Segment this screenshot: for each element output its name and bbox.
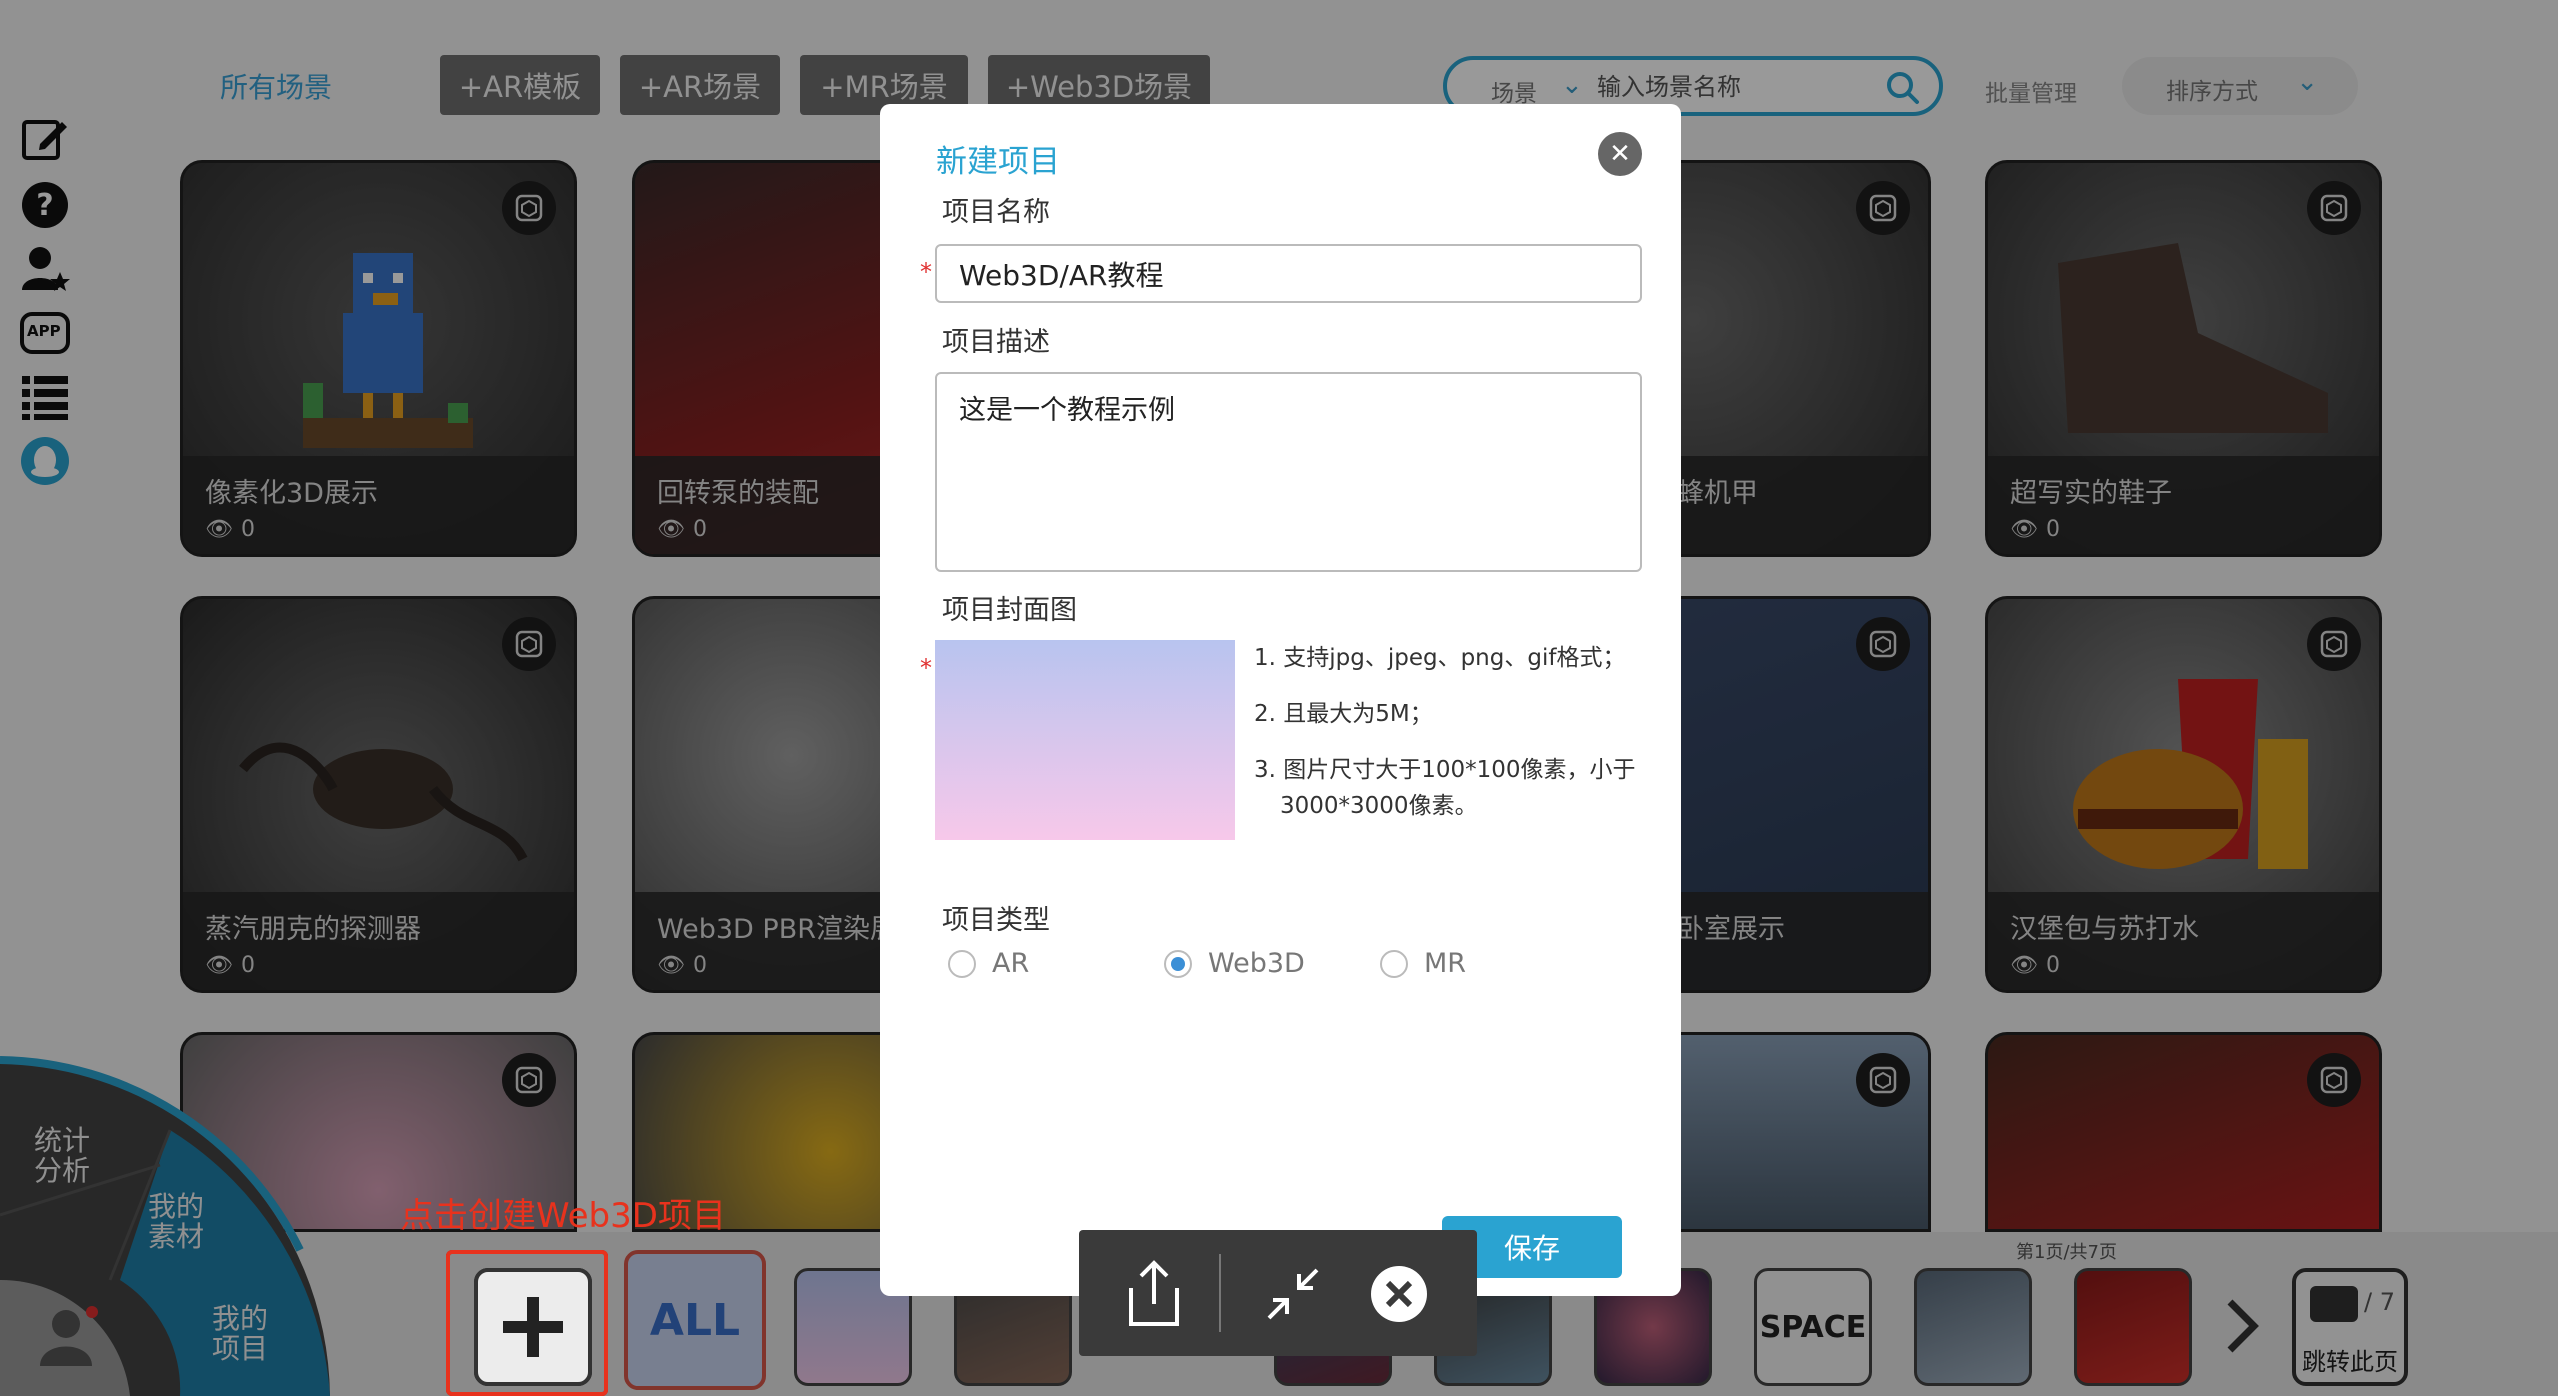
project-name-input[interactable] [935, 244, 1642, 303]
type-label: 项目类型 [942, 905, 1050, 936]
description-label: 项目描述 [942, 327, 1050, 358]
cover-image-upload[interactable] [935, 640, 1235, 840]
cover-rule: 3000*3000像素。 [1280, 793, 1478, 819]
close-icon[interactable] [1369, 1264, 1429, 1324]
radio-button-selected[interactable] [1164, 949, 1192, 978]
type-option-mr[interactable]: MR [1380, 948, 1466, 979]
radio-label: MR [1424, 948, 1467, 979]
radio-label: Web3D [1208, 948, 1305, 979]
type-option-web3d[interactable]: Web3D [1164, 948, 1305, 979]
collapse-icon[interactable] [1263, 1264, 1323, 1324]
dialog-title: 新建项目 [936, 144, 1060, 180]
cover-rule: 1. 支持jpg、jpeg、png、gif格式； [1254, 645, 1626, 671]
radio-button[interactable] [1380, 949, 1408, 978]
required-mark: * [920, 654, 932, 682]
project-description-input[interactable]: 这是一个教程示例 [935, 372, 1642, 572]
cover-rule: 2. 且最大为5M； [1254, 701, 1433, 727]
radio-button[interactable] [948, 949, 976, 978]
hint-text: 点击创建Web3D项目 [400, 1196, 726, 1236]
cover-label: 项目封面图 [942, 595, 1077, 626]
toolbar-divider [1219, 1254, 1221, 1332]
required-mark: * [920, 258, 932, 286]
cover-rule: 3. 图片尺寸大于100*100像素，小于 [1254, 757, 1636, 783]
share-icon[interactable] [1119, 1258, 1189, 1330]
plus-icon [503, 1297, 563, 1357]
close-icon[interactable]: ✕ [1598, 132, 1642, 176]
name-label: 项目名称 [942, 197, 1050, 228]
floating-toolbar [1079, 1230, 1477, 1356]
add-project-button-highlighted[interactable] [474, 1268, 592, 1386]
type-option-ar[interactable]: AR [948, 948, 1029, 979]
radio-label: AR [992, 948, 1030, 979]
new-project-dialog: 新建项目 ✕ 项目名称 * 项目描述 这是一个教程示例 项目封面图 * 1. 支… [880, 104, 1681, 1296]
